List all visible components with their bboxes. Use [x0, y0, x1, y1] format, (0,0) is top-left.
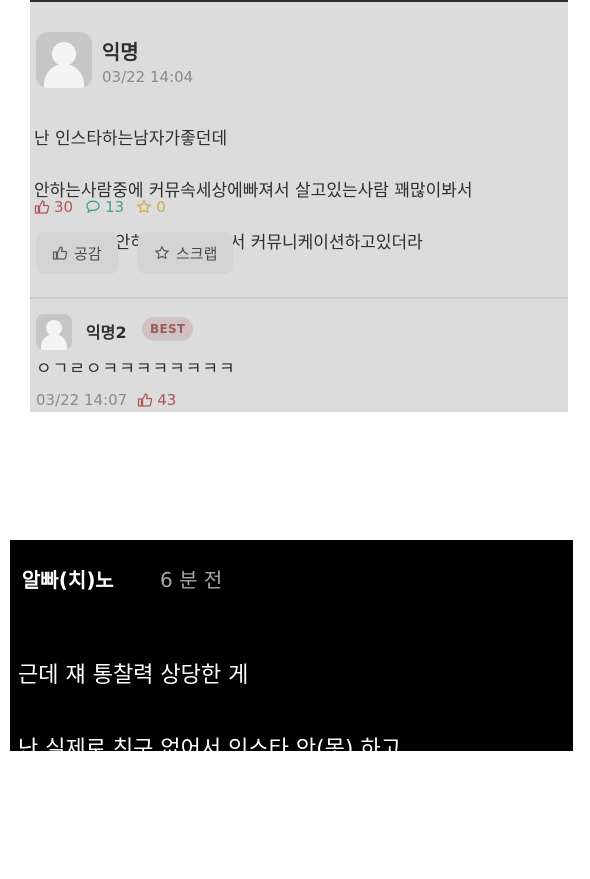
- dark-post-line-3: 펨코, 디씨 중독자임: [18, 811, 201, 836]
- scrap-button[interactable]: 스크랩: [138, 232, 234, 274]
- comment-date: 03/22 14:07: [36, 391, 128, 409]
- comment-count: 13: [85, 198, 124, 216]
- star-icon: [154, 245, 170, 261]
- best-badge: BEST: [142, 317, 194, 341]
- dark-post-body: 근데 쟤 통찰력 상당한 게 난 실제로 친구 없어서 인스타 안(못) 하고 …: [18, 620, 563, 879]
- post-card: 익명 03/22 14:04 난 인스타하는남자가좋던데 안하는사람중에 커뮤속…: [30, 0, 568, 412]
- dark-post-line-2: 난 실제로 친구 없어서 인스타 안(못) 하고: [18, 737, 401, 762]
- thumbs-up-icon: [137, 392, 153, 408]
- post-author: 익명: [102, 40, 139, 64]
- speech-bubble-icon: [85, 199, 101, 215]
- comment-divider: [30, 297, 568, 299]
- comment-text: ㅇㄱㄹㅇㅋㅋㅋㅋㅋㅋㅋㅋ: [36, 359, 236, 379]
- comment-avatar: [36, 314, 72, 350]
- like-count: 30: [34, 198, 73, 216]
- like-count-value: 30: [54, 198, 74, 216]
- post-date: 03/22 14:04: [102, 68, 194, 86]
- dark-post-author: 알빠(치)노: [22, 568, 114, 592]
- post-line-1: 난 인스타하는남자가좋던데: [34, 129, 228, 149]
- scrap-button-label: 스크랩: [176, 244, 218, 263]
- thumbs-up-icon: [34, 199, 50, 215]
- comment-like-value: 43: [157, 391, 177, 409]
- dark-post-card: 알빠(치)노 6 분 전 근데 쟤 통찰력 상당한 게 난 실제로 친구 없어서…: [10, 540, 573, 836]
- like-button-label: 공감: [74, 244, 102, 263]
- author-avatar: [36, 32, 92, 88]
- dark-post-time: 6 분 전: [160, 568, 223, 592]
- post-stats: 30 13 0: [34, 197, 166, 217]
- comment-count-value: 13: [105, 198, 125, 216]
- comment-author: 익명2: [86, 323, 127, 342]
- scrap-count-value: 0: [156, 198, 166, 216]
- like-button[interactable]: 공감: [36, 232, 118, 274]
- star-icon: [136, 199, 152, 215]
- comment-meta: 03/22 14:07 43: [36, 391, 176, 409]
- comment-like-count[interactable]: 43: [137, 391, 176, 409]
- dark-post-line-1: 근데 쟤 통찰력 상당한 게: [18, 663, 249, 688]
- scrap-count: 0: [136, 198, 166, 216]
- thumbs-up-icon: [52, 245, 68, 261]
